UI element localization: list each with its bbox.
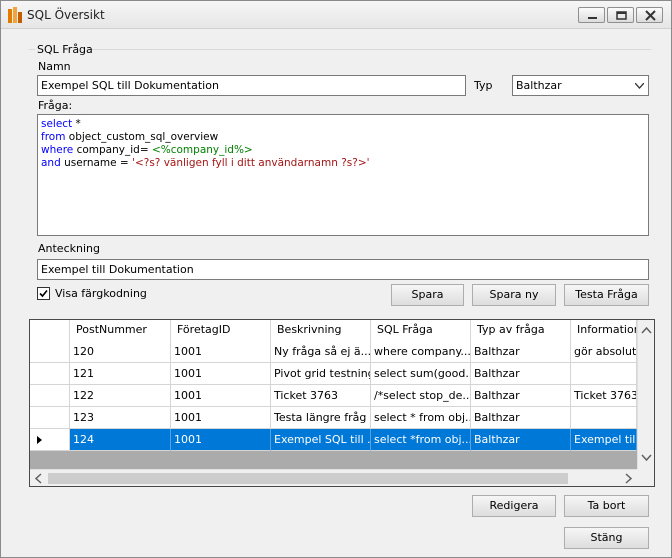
close-button[interactable]: Stäng [564,527,649,549]
column-header[interactable]: Typ av fråga [471,320,571,341]
grid-cell[interactable]: Testa längre fråg [271,407,371,429]
scroll-arrows-icon [34,473,633,484]
name-label: Namn [38,60,71,73]
row-header[interactable] [30,429,70,451]
scrollbar-corner [637,469,654,486]
grid-cell[interactable]: select sum(good... [371,363,471,385]
app-icon [8,7,22,23]
row-header[interactable] [30,385,70,407]
note-label: Anteckning [38,242,100,255]
minimize-icon [588,17,597,19]
group-border [91,49,651,50]
grid-header: PostNummer FöretagID Beskrivning SQL Frå… [30,320,637,341]
query-line: where company_id= <%company_id%> [41,144,253,156]
window-title: SQL Översikt [27,8,105,22]
save-button[interactable]: Spara [391,284,464,306]
group-label: SQL Fråga [37,43,93,56]
grid-cell[interactable]: 120 [70,341,171,363]
grid-cell[interactable]: Ny fråga så ej ä... [271,341,371,363]
row-header[interactable] [30,407,70,429]
current-row-icon [37,436,42,444]
name-input[interactable]: Exempel SQL till Dokumentation [37,75,466,96]
chevron-down-icon [635,83,644,89]
grid-cell[interactable]: gör absolut in [571,341,637,363]
grid-cell[interactable]: /*select stop_de... [371,385,471,407]
grid-corner-header [30,320,70,341]
color-coding-checkbox[interactable] [37,287,50,300]
type-select[interactable]: Balthzar [512,75,649,96]
query-line: and username = '<?s? vänligen fyll i dit… [41,157,370,169]
maximize-icon [616,11,627,20]
query-line: from object_custom_sql_overview [41,131,219,143]
grid-cell[interactable] [571,407,637,429]
column-header[interactable]: Beskrivning [271,320,371,341]
grid-cell[interactable]: select * from obj... [371,407,471,429]
row-header[interactable] [30,363,70,385]
column-header[interactable]: PostNummer [70,320,171,341]
grid-cell[interactable]: Balthzar [471,385,571,407]
save-new-button[interactable]: Spara ny [472,284,556,306]
horizontal-scrollbar[interactable] [30,469,637,486]
column-header[interactable]: Information [571,320,637,341]
maximize-button[interactable] [607,7,634,23]
grid-cell[interactable]: select *from obj... [371,429,471,451]
close-window-button[interactable] [636,7,663,23]
query-label: Fråga: [38,99,73,112]
grid-cell[interactable]: Pivot grid testning [271,363,371,385]
scroll-arrows-icon [641,326,652,462]
grid-cell[interactable]: Ticket 3763 [271,385,371,407]
sql-overview-window: SQL Översikt SQL Fråga Namn Exempel SQL … [0,0,672,558]
grid-cell[interactable]: 1001 [171,363,271,385]
grid-cell[interactable]: 1001 [171,385,271,407]
sql-grid[interactable]: PostNummer FöretagID Beskrivning SQL Frå… [29,319,655,487]
type-label: Typ [474,79,493,92]
grid-cell[interactable]: 124 [70,429,171,451]
title-bar[interactable]: SQL Översikt [1,1,671,29]
grid-cell[interactable]: Balthzar [471,407,571,429]
vertical-scrollbar[interactable] [637,320,654,469]
grid-cell[interactable]: 1001 [171,429,271,451]
type-select-value: Balthzar [516,79,562,92]
column-header[interactable]: FöretagID [171,320,271,341]
close-icon [645,10,656,21]
query-editor[interactable]: select * from object_custom_sql_overview w… [37,114,649,236]
grid-cell[interactable]: 1001 [171,407,271,429]
query-line: select * [41,118,81,130]
grid-cell[interactable]: Balthzar [471,363,571,385]
grid-cell[interactable]: 123 [70,407,171,429]
color-coding-label: Visa färgkodning [55,287,147,300]
row-header[interactable] [30,341,70,363]
grid-cell[interactable]: 1001 [171,341,271,363]
grid-cell[interactable]: Exempel till Do [571,429,637,451]
grid-cell[interactable] [571,363,637,385]
grid-cell[interactable]: where company... [371,341,471,363]
grid-cell[interactable]: 121 [70,363,171,385]
minimize-button[interactable] [578,7,605,23]
checkmark-icon [39,289,48,298]
column-header[interactable]: SQL Fråga [371,320,471,341]
grid-cell[interactable]: Balthzar [471,341,571,363]
note-input[interactable]: Exempel till Dokumentation [37,259,649,280]
grid-cell[interactable]: Balthzar [471,429,571,451]
grid-cell[interactable]: 122 [70,385,171,407]
edit-button[interactable]: Redigera [472,495,556,517]
grid-cell[interactable]: Exempel SQL till ... [271,429,371,451]
test-query-button[interactable]: Testa Fråga [564,284,649,306]
grid-cell[interactable]: Ticket 3763 [571,385,637,407]
group-border [29,49,35,50]
delete-button[interactable]: Ta bort [564,495,649,517]
